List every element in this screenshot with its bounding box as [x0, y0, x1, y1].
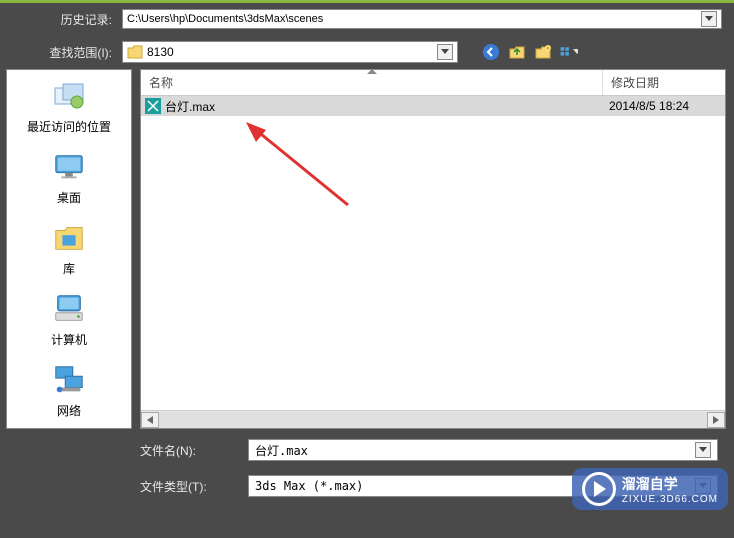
new-folder-icon[interactable]	[534, 43, 552, 61]
sidebar-item-label: 库	[63, 260, 75, 277]
sidebar-item-libraries[interactable]: 库	[51, 220, 87, 277]
play-icon	[582, 472, 616, 506]
computer-icon	[52, 292, 86, 326]
filename-label: 文件名(N):	[140, 442, 230, 459]
chevron-down-icon	[441, 49, 449, 55]
chevron-down-icon	[573, 49, 578, 55]
sidebar-item-network[interactable]: 网络	[51, 362, 87, 419]
network-icon	[52, 363, 86, 397]
libraries-icon	[52, 221, 86, 255]
sidebar-item-label: 网络	[57, 402, 81, 419]
lookin-folder: 8130	[147, 45, 437, 59]
file-list-empty-area[interactable]	[141, 116, 725, 410]
history-dropdown[interactable]: C:\Users\hp\Documents\3dsMax\scenes	[122, 9, 722, 29]
file-list-panel: 名称 修改日期 台灯.max 2014/8/5 18:24	[140, 69, 726, 429]
history-dropdown-button[interactable]	[701, 11, 717, 27]
filename-value: 台灯.max	[255, 442, 695, 459]
view-menu-icon[interactable]	[560, 43, 578, 61]
sort-ascending-icon	[367, 69, 377, 74]
column-name-label: 名称	[149, 76, 173, 90]
folder-icon	[127, 45, 143, 59]
column-header-name[interactable]: 名称	[141, 70, 603, 95]
scroll-right-button[interactable]	[707, 412, 725, 428]
sidebar-item-computer[interactable]: 计算机	[51, 291, 87, 348]
back-icon[interactable]	[482, 43, 500, 61]
filename-field[interactable]: 台灯.max	[248, 439, 718, 461]
lookin-label: 查找范围(I):	[12, 44, 112, 61]
column-header-date[interactable]: 修改日期	[603, 70, 725, 95]
watermark-subtitle: ZIXUE.3D66.COM	[622, 494, 718, 505]
file-name: 台灯.max	[165, 98, 603, 115]
lookin-dropdown-button[interactable]	[437, 44, 453, 60]
horizontal-scrollbar[interactable]	[141, 410, 725, 428]
scroll-track[interactable]	[159, 412, 707, 428]
watermark-title: 溜溜自学	[622, 474, 718, 494]
desktop-icon	[52, 150, 86, 184]
history-path: C:\Users\hp\Documents\3dsMax\scenes	[127, 13, 701, 25]
sidebar-item-label: 最近访问的位置	[27, 118, 111, 135]
max-file-icon	[145, 98, 161, 114]
watermark: 溜溜自学 ZIXUE.3D66.COM	[572, 468, 728, 510]
scroll-left-button[interactable]	[141, 412, 159, 428]
recent-places-icon	[51, 78, 87, 114]
file-list-header[interactable]: 名称 修改日期	[141, 70, 725, 96]
file-date: 2014/8/5 18:24	[603, 99, 725, 113]
places-sidebar: 最近访问的位置 桌面 库 计算机 网络	[6, 69, 132, 429]
sidebar-item-label: 桌面	[57, 189, 81, 206]
file-row[interactable]: 台灯.max 2014/8/5 18:24	[141, 96, 725, 116]
chevron-down-icon	[705, 16, 713, 22]
sidebar-item-desktop[interactable]: 桌面	[51, 149, 87, 206]
filetype-label: 文件类型(T):	[140, 478, 230, 495]
lookin-dropdown[interactable]: 8130	[122, 41, 458, 63]
sidebar-item-recent[interactable]: 最近访问的位置	[27, 78, 111, 135]
sidebar-item-label: 计算机	[51, 331, 87, 348]
filename-dropdown-button[interactable]	[695, 442, 711, 458]
up-folder-icon[interactable]	[508, 43, 526, 61]
history-label: 历史记录:	[12, 11, 112, 28]
